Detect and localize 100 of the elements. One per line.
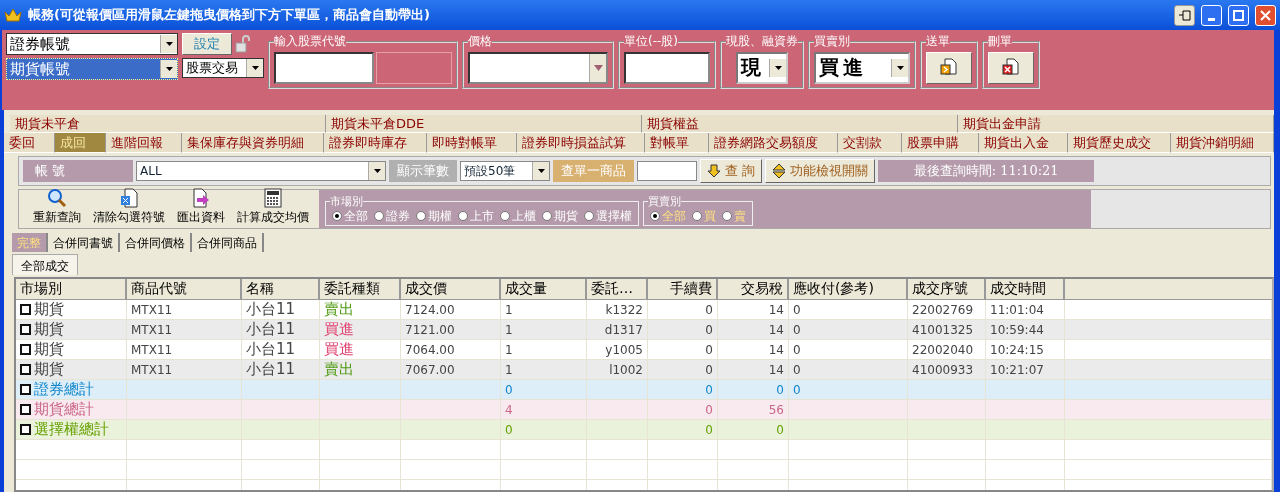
price-field[interactable]	[468, 51, 608, 84]
view-tab[interactable]: 合併同價格	[120, 233, 192, 252]
unit-field[interactable]	[624, 51, 710, 84]
table-cell: 10:24:15	[990, 342, 1044, 357]
calculator-icon	[264, 188, 282, 208]
restore-pane-icon	[1178, 8, 1191, 22]
checkbox[interactable]	[20, 304, 31, 315]
maximize-icon	[1233, 9, 1244, 21]
checkbox[interactable]	[20, 344, 31, 355]
table-cell: 0	[793, 302, 801, 317]
document-arrow-icon	[191, 188, 211, 208]
toolbar-button[interactable]: 計算成交均價	[233, 188, 313, 226]
table-cell: 選擇權總計	[34, 420, 109, 439]
toolbar-button[interactable]: 清除勾選符號	[89, 188, 169, 226]
maximize-button[interactable]	[1228, 4, 1249, 26]
tab[interactable]: 期貨權益	[642, 115, 958, 133]
group-label: 買賣別	[814, 33, 850, 50]
table-cell: 期貨	[34, 340, 64, 359]
close-button[interactable]	[1255, 4, 1276, 26]
table-cell: MTX11	[131, 302, 173, 317]
table-cell: d1317	[604, 322, 643, 337]
table-cell: 0	[776, 382, 784, 397]
account-combo[interactable]: ALL	[136, 161, 386, 181]
tab[interactable]: 委回	[4, 133, 55, 153]
cash-type-select[interactable]: 現	[736, 51, 788, 84]
toolbar-button[interactable]: 匯出資料	[173, 188, 229, 226]
tab[interactable]: 進階回報	[105, 133, 183, 153]
view-tab[interactable]: 合併同書號	[48, 233, 120, 252]
table-cell: 7067.00	[405, 362, 455, 377]
table-cell: 買進	[324, 320, 354, 339]
send-order-button[interactable]	[926, 51, 972, 84]
table-cell: 14	[768, 362, 784, 377]
table-cell: 賣出	[324, 360, 354, 379]
table-cell: 賣出	[324, 300, 354, 319]
padlock-icon	[235, 35, 251, 53]
table-cell: k1322	[605, 302, 643, 317]
tab[interactable]: 期貨歷史成交	[1068, 133, 1172, 153]
tab[interactable]: 證券網路交易額度	[709, 133, 839, 153]
table-cell: 1	[505, 322, 513, 337]
table-cell: 0	[705, 322, 713, 337]
table-cell: 小台11	[246, 320, 296, 339]
table-cell: 41001325	[912, 322, 974, 337]
tab[interactable]: 期貨出入金	[978, 133, 1069, 153]
checkbox[interactable]	[20, 424, 31, 435]
single-product-label: 查單一商品	[553, 160, 634, 182]
side-select[interactable]: 買進	[814, 51, 910, 84]
tab[interactable]: 對帳單	[645, 133, 710, 153]
tab[interactable]: 期貨出金申請	[958, 115, 1274, 133]
table-cell: 0	[793, 342, 801, 357]
toolbar-button[interactable]: 重新查詢	[29, 188, 85, 226]
table-cell: MTX11	[131, 362, 173, 377]
toggle-view-button[interactable]: 功能檢視開關	[765, 159, 876, 183]
tab[interactable]: 全部成交	[12, 254, 78, 275]
table-cell: 14	[768, 342, 784, 357]
table-cell: 小台11	[246, 300, 296, 319]
count-combo[interactable]: 預設50筆	[460, 161, 550, 181]
table-cell: 7121.00	[405, 322, 455, 337]
table-cell: 0	[505, 382, 513, 397]
empty-cell	[648, 460, 718, 480]
checkbox[interactable]	[20, 404, 31, 415]
tab[interactable]: 證券即時損益試算	[516, 133, 646, 153]
table-cell: 期貨	[34, 360, 64, 379]
set-button[interactable]: 設定	[182, 33, 232, 55]
table-cell: 0	[793, 382, 801, 397]
tab[interactable]: 交割款	[838, 133, 902, 153]
stock-code-field[interactable]	[274, 51, 374, 84]
window-title: 帳務(可從報價區用滑鼠左鍵拖曳價格到下方下單區，商品會自動帶出)	[28, 6, 431, 24]
table-cell: MTX11	[131, 342, 173, 357]
caret-icon	[537, 169, 545, 173]
query-button[interactable]: 查 詢	[700, 159, 763, 183]
group-label: 買賣別	[648, 194, 681, 209]
minimize-button[interactable]	[1201, 4, 1222, 26]
trade-type-select[interactable]: 股票交易	[182, 58, 264, 78]
table-cell: 41000933	[912, 362, 974, 377]
table-cell: 小台11	[246, 340, 296, 359]
tab[interactable]: 證券即時庫存	[324, 133, 427, 153]
tab[interactable]: 期貨沖銷明細	[1171, 133, 1274, 153]
account-select[interactable]: 證券帳號	[6, 33, 178, 55]
table-cell: 0	[705, 382, 713, 397]
tab[interactable]: 即時對帳單	[426, 133, 517, 153]
table-cell: 56	[768, 402, 784, 417]
checkbox[interactable]	[20, 324, 31, 335]
table-cell: 0	[793, 322, 801, 337]
table-cell: 4	[505, 402, 513, 417]
delete-order-button[interactable]	[988, 51, 1034, 84]
pin-button[interactable]	[1174, 4, 1195, 26]
table-cell: 0	[793, 362, 801, 377]
tab[interactable]: 集保庫存與資券明細	[182, 133, 325, 153]
account-label: 帳 號	[23, 160, 133, 182]
view-tab[interactable]: 合併同商品	[192, 233, 264, 252]
product-field[interactable]	[637, 161, 697, 181]
checkbox[interactable]	[20, 364, 31, 375]
tab[interactable]: 股票申購	[901, 133, 979, 153]
checkbox[interactable]	[20, 384, 31, 395]
tab[interactable]: 期貨未平倉	[10, 115, 326, 133]
table-cell: 1	[505, 302, 513, 317]
caret-icon	[896, 65, 904, 70]
tab[interactable]: 期貨未平倉DDE	[326, 115, 642, 133]
empty-cell	[587, 460, 648, 480]
account-select[interactable]: 期貨帳號	[6, 58, 178, 80]
